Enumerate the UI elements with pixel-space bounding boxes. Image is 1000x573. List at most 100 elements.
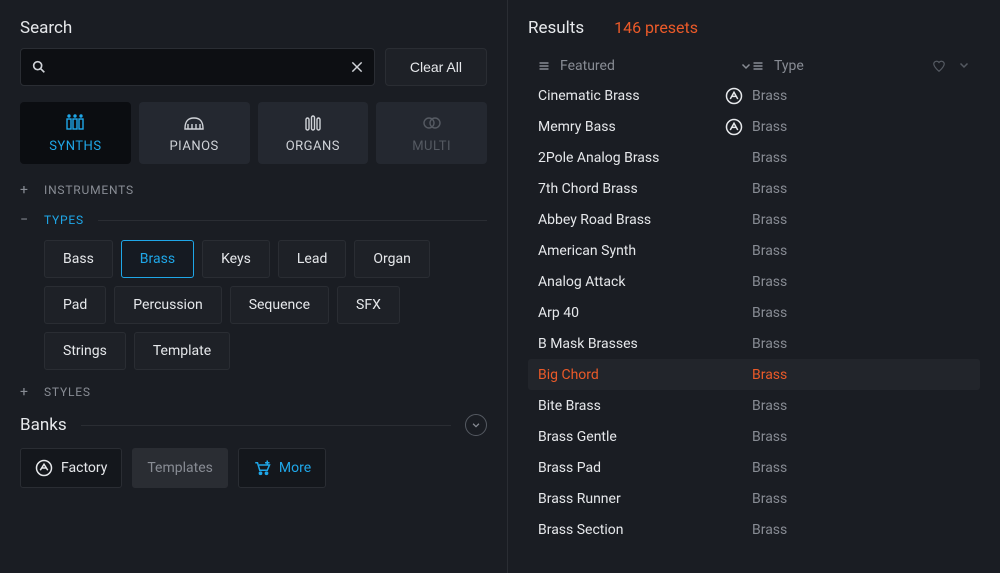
preset-name: Abbey Road Brass — [538, 212, 716, 228]
heart-icon[interactable] — [932, 59, 946, 73]
result-row[interactable]: Big ChordBrass — [528, 359, 980, 390]
preset-type: Brass — [752, 398, 787, 414]
preset-name: Brass Pad — [538, 460, 716, 476]
filter-instruments-header[interactable]: + INSTRUMENTS — [20, 182, 487, 198]
divider — [81, 425, 451, 426]
preset-type: Brass — [752, 150, 787, 166]
bank-more[interactable]: More — [238, 448, 326, 488]
result-row[interactable]: 2Pole Analog Brass Brass — [528, 142, 980, 173]
result-row[interactable]: 7th Chord Brass Brass — [528, 173, 980, 204]
search-title: Search — [20, 18, 487, 38]
results-list: Cinematic BrassBrassMemry BassBrass2Pole… — [528, 80, 980, 545]
types-chips: Bass Brass Keys Lead Organ Pad Percussio… — [20, 240, 487, 370]
type-chip-sequence[interactable]: Sequence — [230, 286, 329, 324]
factory-badge-icon — [35, 459, 53, 477]
category-tab-organs[interactable]: ORGANS — [258, 102, 369, 164]
type-chip-strings[interactable]: Strings — [44, 332, 126, 370]
preset-name: Brass Gentle — [538, 429, 716, 445]
result-row[interactable]: Abbey Road BrassBrass — [528, 204, 980, 235]
result-row[interactable]: Brass Gentle Brass — [528, 421, 980, 452]
preset-type: Brass — [752, 491, 787, 507]
preset-type: Brass — [752, 88, 787, 104]
factory-badge-icon — [716, 118, 752, 136]
bank-factory[interactable]: Factory — [20, 448, 122, 488]
plus-icon: + — [20, 384, 30, 400]
result-row[interactable]: American Synth Brass — [528, 235, 980, 266]
type-chip-keys[interactable]: Keys — [202, 240, 270, 278]
multi-icon — [420, 113, 444, 133]
divider — [98, 220, 487, 221]
result-row[interactable]: Cinematic Brass Brass — [528, 80, 980, 111]
results-panel: Results 146 presets Featured Type — [508, 0, 1000, 573]
result-row[interactable]: Brass RunnerBrass — [528, 483, 980, 514]
banks-title: Banks — [20, 415, 67, 435]
type-chip-percussion[interactable]: Percussion — [114, 286, 221, 324]
preset-name: Brass Section — [538, 522, 716, 538]
bank-label: Templates — [147, 460, 213, 476]
type-chip-bass[interactable]: Bass — [44, 240, 113, 278]
preset-name: Arp 40 — [538, 305, 716, 321]
chevron-down-icon — [740, 60, 752, 72]
bank-templates[interactable]: Templates — [132, 448, 228, 488]
type-chip-sfx[interactable]: SFX — [337, 286, 400, 324]
category-label: MULTI — [412, 139, 451, 154]
result-row[interactable]: B Mask BrassesBrass — [528, 328, 980, 359]
chevron-down-icon[interactable] — [958, 59, 970, 73]
category-tabs: SYNTHS PIANOS ORGANS MULTI — [20, 102, 487, 164]
result-row[interactable]: Brass Pad Brass — [528, 452, 980, 483]
type-chip-brass[interactable]: Brass — [121, 240, 194, 278]
preset-name: Big Chord — [538, 367, 716, 383]
category-label: PIANOS — [169, 139, 218, 154]
result-row[interactable]: Analog Attack Brass — [528, 266, 980, 297]
preset-type: Brass — [752, 274, 787, 290]
results-title: Results — [528, 18, 584, 38]
clear-input-icon[interactable] — [350, 60, 364, 74]
list-icon — [752, 60, 764, 72]
filter-styles-header[interactable]: + STYLES — [20, 384, 487, 400]
type-chip-template[interactable]: Template — [134, 332, 230, 370]
cart-plus-icon — [253, 460, 271, 476]
filter-panel: Search Clear All SYNTHS PIANOS — [0, 0, 508, 573]
preset-type: Brass — [752, 305, 787, 321]
preset-name: Analog Attack — [538, 274, 716, 290]
banks-collapse-button[interactable] — [465, 414, 487, 436]
category-tab-pianos[interactable]: PIANOS — [139, 102, 250, 164]
minus-icon: − — [20, 212, 30, 228]
organ-icon — [301, 113, 325, 133]
type-chip-lead[interactable]: Lead — [278, 240, 346, 278]
search-input[interactable] — [57, 59, 340, 75]
preset-type: Brass — [752, 460, 787, 476]
preset-name: American Synth — [538, 243, 716, 259]
category-label: SYNTHS — [49, 139, 101, 154]
category-tab-multi[interactable]: MULTI — [376, 102, 487, 164]
result-row[interactable]: Bite BrassBrass — [528, 390, 980, 421]
preset-type: Brass — [752, 522, 787, 538]
preset-name: B Mask Brasses — [538, 336, 716, 352]
type-chip-organ[interactable]: Organ — [354, 240, 429, 278]
column-header-featured[interactable]: Featured — [538, 58, 752, 74]
column-header-type[interactable]: Type — [752, 58, 932, 74]
bank-label: More — [279, 460, 311, 476]
result-row[interactable]: Arp 40 Brass — [528, 297, 980, 328]
category-tab-synths[interactable]: SYNTHS — [20, 102, 131, 164]
piano-icon — [182, 113, 206, 133]
synth-icon — [63, 113, 87, 133]
search-box[interactable] — [20, 48, 375, 86]
filter-types-header[interactable]: − TYPES — [20, 212, 487, 228]
preset-type: Brass — [752, 243, 787, 259]
preset-type: Brass — [752, 181, 787, 197]
list-icon — [538, 60, 550, 72]
result-row[interactable]: Brass Section Brass — [528, 514, 980, 545]
bank-label: Factory — [61, 460, 107, 476]
category-label: ORGANS — [286, 139, 340, 154]
preset-name: 2Pole Analog Brass — [538, 150, 716, 166]
preset-type: Brass — [752, 429, 787, 445]
clear-all-button[interactable]: Clear All — [385, 48, 487, 86]
result-row[interactable]: Memry Bass Brass — [528, 111, 980, 142]
preset-name: Cinematic Brass — [538, 88, 716, 104]
type-chip-pad[interactable]: Pad — [44, 286, 106, 324]
preset-name: Memry Bass — [538, 119, 716, 135]
preset-name: 7th Chord Brass — [538, 181, 716, 197]
search-icon — [31, 59, 47, 75]
preset-type: Brass — [752, 119, 787, 135]
